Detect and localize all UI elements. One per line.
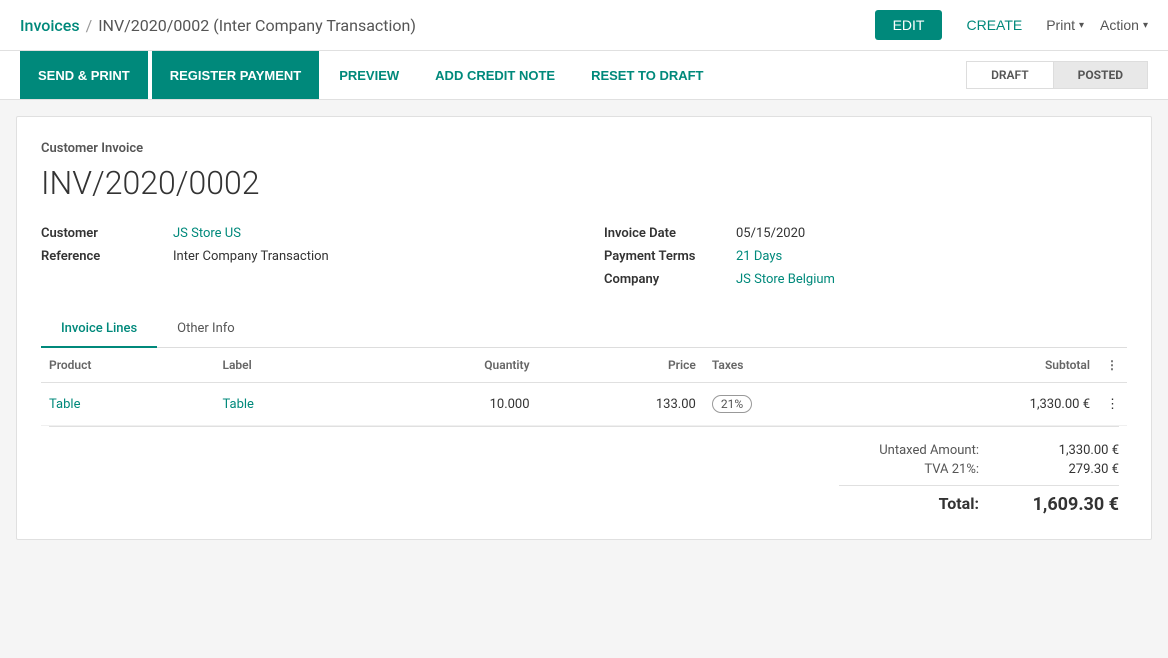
tax-row: TVA 21%: 279.30 € [839,462,1119,477]
tabs: Invoice Lines Other Info [41,311,1127,348]
payment-terms-label: Payment Terms [604,249,724,264]
company-label: Company [604,272,724,287]
action-button[interactable]: Action ▾ [1100,17,1148,33]
tax-label: TVA 21%: [839,462,979,477]
header-actions: EDIT CREATE Print ▾ Action ▾ [875,10,1148,40]
invoice-number: INV/2020/0002 [41,164,1127,202]
invoice-date-value: 05/15/2020 [736,226,805,241]
tax-value: 279.30 € [1019,462,1119,477]
cell-label[interactable]: Table [214,383,355,426]
edit-button[interactable]: EDIT [875,10,943,40]
send-print-button[interactable]: SEND & PRINT [20,51,148,99]
untaxed-value: 1,330.00 € [1019,443,1119,458]
invoice-date-field-row: Invoice Date 05/15/2020 [604,226,1127,241]
action-caret-icon: ▾ [1143,20,1148,31]
cell-subtotal: 1,330.00 € [871,383,1098,426]
col-options: ⋮ [1098,348,1127,383]
company-value[interactable]: JS Store Belgium [736,272,835,287]
invoice-type-label: Customer Invoice [41,141,1127,156]
status-draft: DRAFT [966,61,1053,89]
customer-label: Customer [41,226,161,241]
status-posted: POSTED [1053,61,1148,89]
grand-total-row: Total: 1,609.30 € [839,485,1119,515]
register-payment-button[interactable]: REGISTER PAYMENT [152,51,319,99]
cell-taxes: 21% [704,383,871,426]
action-bar: SEND & PRINT REGISTER PAYMENT PREVIEW AD… [0,51,1168,100]
breadcrumb-separator: / [86,16,93,35]
print-caret-icon: ▾ [1079,20,1084,31]
breadcrumb-current: INV/2020/0002 (Inter Company Transaction… [98,16,416,35]
grand-total-value: 1,609.30 € [1019,494,1119,515]
col-subtotal: Subtotal [871,348,1098,383]
invoice-fields: Customer JS Store US Reference Inter Com… [41,226,1127,287]
customer-value[interactable]: JS Store US [173,226,241,241]
col-product: Product [41,348,214,383]
totals-section: Untaxed Amount: 1,330.00 € TVA 21%: 279.… [41,427,1127,515]
reference-value: Inter Company Transaction [173,249,329,264]
create-button[interactable]: CREATE [958,10,1030,40]
cell-price: 133.00 [538,383,704,426]
untaxed-label: Untaxed Amount: [839,443,979,458]
print-button[interactable]: Print ▾ [1046,17,1084,33]
customer-field-row: Customer JS Store US [41,226,564,241]
reset-to-draft-button[interactable]: RESET TO DRAFT [575,51,719,99]
tab-other-info[interactable]: Other Info [157,311,255,348]
right-fields: Invoice Date 05/15/2020 Payment Terms 21… [604,226,1127,287]
payment-terms-field-row: Payment Terms 21 Days [604,249,1127,264]
col-label: Label [214,348,355,383]
invoice-table: Product Label Quantity Price Taxes Subto… [41,348,1127,426]
col-quantity: Quantity [356,348,538,383]
preview-button[interactable]: PREVIEW [323,51,415,99]
main-content: Customer Invoice INV/2020/0002 Customer … [16,116,1152,540]
company-field-row: Company JS Store Belgium [604,272,1127,287]
add-credit-note-button[interactable]: ADD CREDIT NOTE [419,51,571,99]
tax-badge: 21% [712,395,752,413]
reference-label: Reference [41,249,161,264]
col-price: Price [538,348,704,383]
col-taxes: Taxes [704,348,871,383]
grand-total-label: Total: [839,494,979,515]
payment-terms-value[interactable]: 21 Days [736,249,782,264]
table-row: Table Table 10.000 133.00 21% 1,330.00 €… [41,383,1127,426]
reference-field-row: Reference Inter Company Transaction [41,249,564,264]
untaxed-row: Untaxed Amount: 1,330.00 € [839,443,1119,458]
status-breadcrumb: DRAFT POSTED [966,61,1148,89]
invoice-date-label: Invoice Date [604,226,724,241]
top-bar: Invoices / INV/2020/0002 (Inter Company … [0,0,1168,51]
cell-product[interactable]: Table [41,383,214,426]
cell-quantity: 10.000 [356,383,538,426]
tab-invoice-lines[interactable]: Invoice Lines [41,311,157,348]
left-fields: Customer JS Store US Reference Inter Com… [41,226,564,287]
breadcrumb-parent[interactable]: Invoices [20,16,80,35]
row-options-icon[interactable]: ⋮ [1098,383,1127,426]
breadcrumb: Invoices / INV/2020/0002 (Inter Company … [20,16,863,35]
